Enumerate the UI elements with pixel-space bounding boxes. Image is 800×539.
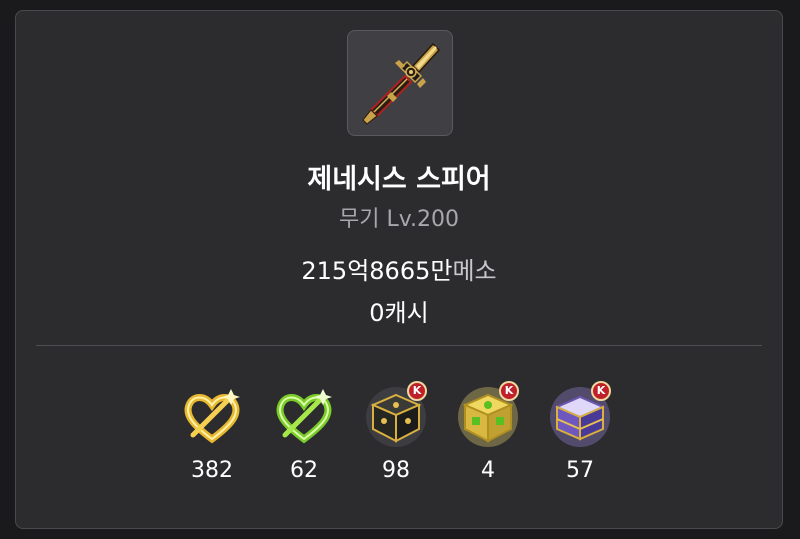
item-type-level: 무기 Lv.200 (338, 207, 460, 232)
material-count: 57 (566, 458, 594, 483)
material-count: 382 (191, 458, 233, 483)
black-cube-icon: K (363, 381, 429, 449)
additional-cube-icon: K (455, 381, 521, 449)
spear-icon (362, 42, 441, 125)
k-badge: K (591, 381, 611, 401)
price-cash: 0캐시 (369, 299, 429, 327)
material-item: 62 (269, 383, 339, 485)
material-count: 4 (481, 458, 495, 483)
material-count: 62 (290, 458, 318, 483)
item-detail-card: 제네시스 스피어 무기 Lv.200 215억8665만메소 0캐시 382 6… (15, 10, 783, 529)
gold-heart-icon (179, 383, 245, 449)
k-badge: K (499, 381, 519, 401)
purple-cube-icon: K (547, 381, 613, 449)
price-unit: 메소 (452, 257, 497, 285)
item-name: 제네시스 스피어 (307, 164, 491, 195)
price-meso: 215억8665만메소 (16, 255, 782, 287)
price-amount: 215억8665만 (301, 257, 453, 285)
material-item: K 98 (361, 381, 431, 485)
item-icon-frame (347, 30, 453, 136)
material-count: 98 (382, 458, 410, 483)
green-heart-icon (271, 383, 337, 449)
material-item: K 4 (453, 381, 523, 485)
material-item: 382 (177, 383, 247, 485)
k-badge: K (407, 381, 427, 401)
divider (36, 345, 762, 346)
material-item: K 57 (545, 381, 615, 485)
